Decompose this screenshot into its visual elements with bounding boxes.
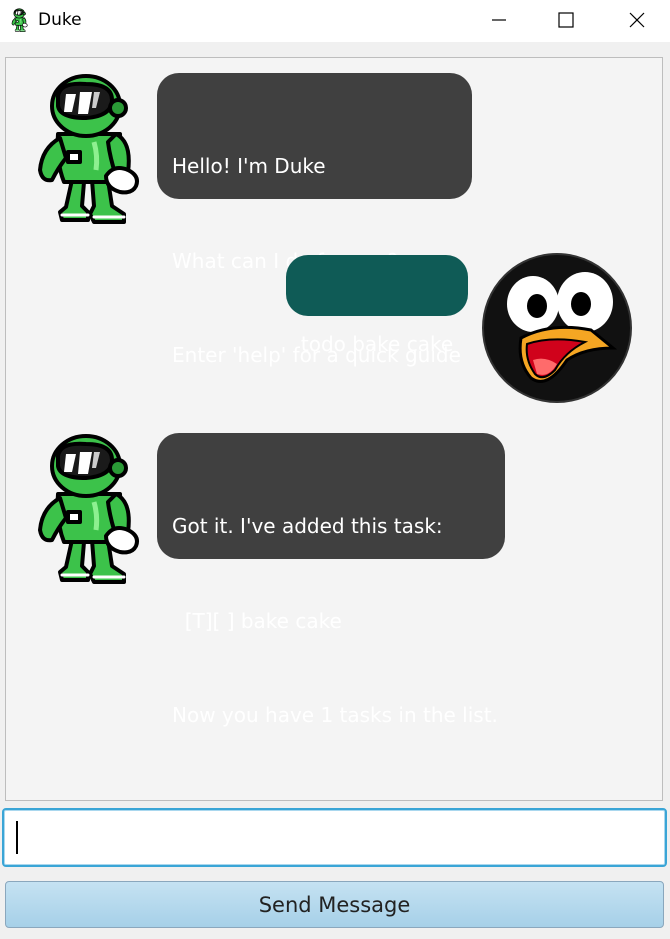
penguin-avatar: [481, 252, 633, 404]
dialog-container[interactable]: Hello! I'm Duke What can I do for you? E…: [5, 57, 663, 801]
close-button[interactable]: [614, 0, 660, 40]
message-line: todo bake cake: [300, 332, 454, 356]
message-input[interactable]: [2, 808, 667, 867]
message-line: Now you have 1 tasks in the list.: [172, 703, 498, 727]
duke-robot-icon: [8, 8, 32, 32]
text-caret: [16, 821, 18, 854]
user-message-bubble: todo bake cake: [286, 255, 468, 356]
title-bar[interactable]: Duke: [0, 0, 670, 42]
duke-message-bubble: Hello! I'm Duke What can I do for you? E…: [157, 73, 472, 367]
message-line: [T][ ] bake cake: [172, 608, 342, 633]
maximize-button[interactable]: [543, 0, 589, 40]
duke-robot-avatar: [36, 432, 146, 584]
close-icon: [629, 12, 645, 28]
message-line: Hello! I'm Duke: [172, 154, 326, 178]
message-line: Got it. I've added this task:: [172, 514, 443, 538]
send-message-button[interactable]: Send Message: [5, 881, 664, 928]
minimize-button[interactable]: [476, 0, 522, 40]
window-title: Duke: [38, 10, 82, 30]
duke-message-bubble: Got it. I've added this task: [T][ ] bak…: [157, 433, 505, 727]
maximize-icon: [558, 12, 574, 28]
minimize-icon: [492, 19, 506, 21]
duke-window: Duke Hello! I'm Duke What can I do for y…: [0, 0, 670, 939]
duke-robot-avatar: [36, 72, 146, 224]
